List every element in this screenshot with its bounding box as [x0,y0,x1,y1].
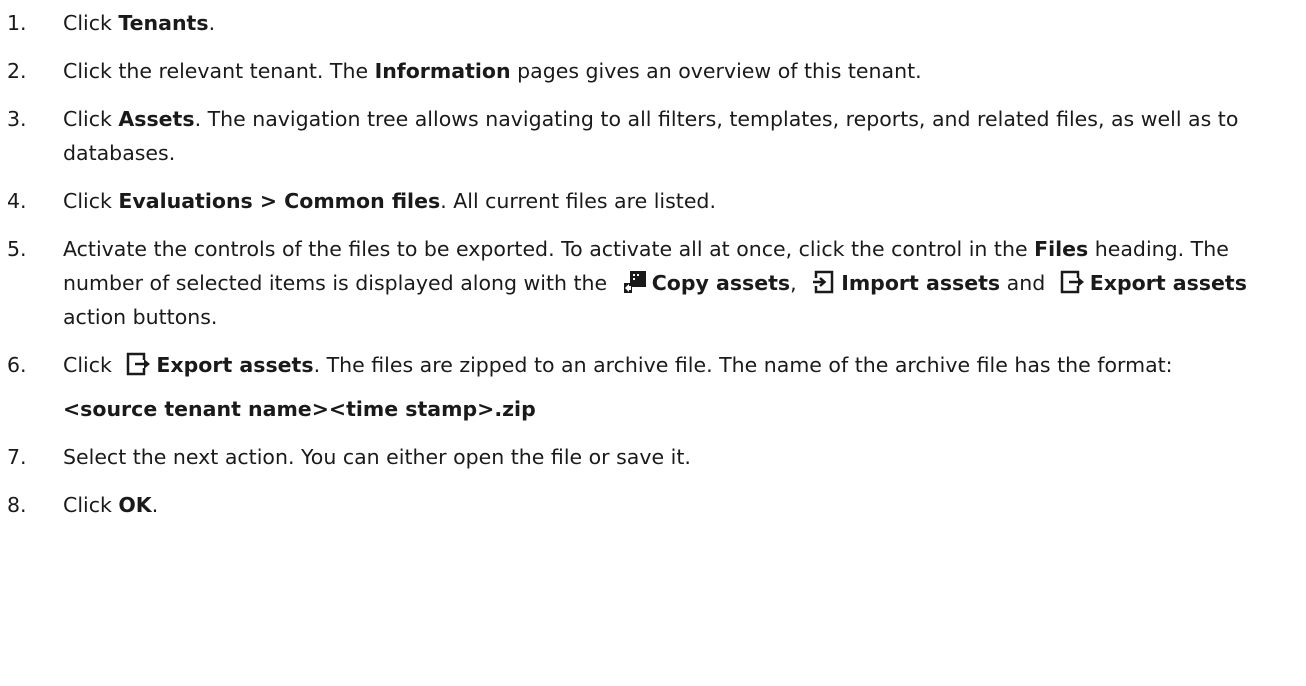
step-2: 2. Click the relevant tenant. The Inform… [0,54,1283,88]
step-text: and [1000,271,1052,295]
step-number: 6. [7,353,27,377]
step-number: 2. [7,59,27,83]
step-1: 1. Click Tenants. [0,6,1283,40]
export-assets-icon [1060,270,1084,294]
step-text: Select the next action. You can either o… [63,445,691,469]
step-text: . All current files are listed. [440,189,716,213]
ui-term: Information [374,59,511,83]
step-number: 4. [7,189,27,213]
step-text: action buttons. [63,305,218,329]
step-text: Click [63,11,119,35]
export-assets-label: Export assets [156,353,314,377]
ui-term: Tenants [118,11,209,35]
step-5: 5. Activate the controls of the files to… [0,232,1283,334]
step-text: . The navigation tree allows navigating … [63,107,1239,165]
procedure-steps: 1. Click Tenants. 2. Click the relevant … [0,0,1306,522]
ui-term: OK [118,493,152,517]
copy-assets-icon [623,271,646,293]
step-number: 3. [7,107,27,131]
step-text: . The files are zipped to an archive fil… [313,353,1173,377]
step-number: 1. [7,11,27,35]
step-6: 6. Click Export assets. The files are zi… [0,348,1283,382]
import-assets-icon [813,270,834,294]
step-4: 4. Click Evaluations > Common files. All… [0,184,1283,218]
step-text: Click [63,493,119,517]
copy-assets-label: Copy assets [651,271,791,295]
step-text: Click [63,353,119,377]
step-text: Click the relevant tenant. The [63,59,375,83]
import-assets-label: Import assets [841,271,1001,295]
step-number: 8. [7,493,27,517]
step-text: . [208,11,216,35]
step-3: 3. Click Assets. The navigation tree all… [0,102,1283,170]
ui-term: Evaluations > Common files [118,189,441,213]
ui-term: Assets [118,107,195,131]
ui-term: Files [1034,237,1089,261]
step-number: 5. [7,237,27,261]
export-assets-icon [127,352,151,376]
step-text: Activate the controls of the files to be… [63,237,1035,261]
step-text: pages gives an overview of this tenant. [510,59,922,83]
step-text: , [790,271,804,295]
step-text: Click [63,189,119,213]
step-text: Click [63,107,119,131]
archive-format: <source tenant name><time stamp>.zip [63,397,536,421]
step-7: 7. Select the next action. You can eithe… [0,440,1283,474]
step-number: 7. [7,445,27,469]
export-assets-label: Export assets [1089,271,1247,295]
step-8: 8. Click OK. [0,488,1283,522]
step-text: . [151,493,159,517]
